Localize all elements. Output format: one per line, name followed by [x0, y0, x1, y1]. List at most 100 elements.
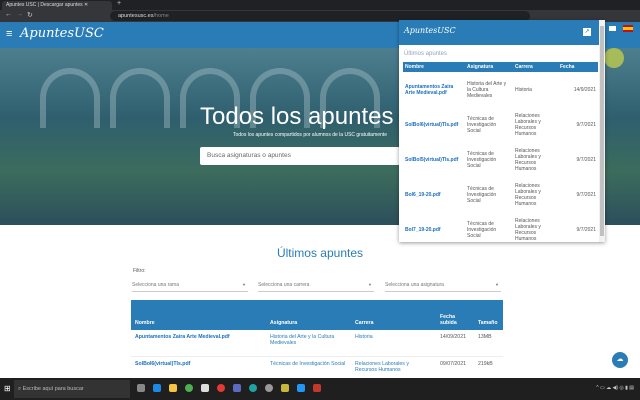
subject-select[interactable]: Selecciona una asignatura ▼ — [385, 282, 501, 292]
degree: Relaciones Laborales y Recursos Humanos — [515, 182, 541, 207]
spanish-flag-icon[interactable] — [623, 25, 633, 32]
subject: Técnicas de Investigación Social — [467, 115, 497, 134]
subject-link[interactable]: Técnicas de Investigación Social — [270, 361, 345, 367]
extension-popup: ApuntesUSC ↗ Últimos apuntes Nombre Asig… — [399, 20, 605, 242]
opera-icon[interactable] — [217, 384, 225, 392]
date: 14/09/2021 — [436, 330, 474, 357]
branch-select[interactable]: Selecciona una rama ▼ — [132, 282, 248, 292]
reload-icon[interactable]: ↻ — [27, 11, 33, 19]
col-tamano[interactable]: Tamaño — [474, 300, 503, 330]
hero-title: Todos los apuntes de la USC — [200, 103, 400, 130]
filter-label: Filtro: — [133, 268, 146, 274]
browser-tab-bar: Apuntes USC | Descargar apuntes ✕ + — [0, 0, 640, 10]
chrome-icon[interactable] — [185, 384, 193, 392]
col-fecha: Fecha — [558, 62, 598, 72]
popup-header: ApuntesUSC ↗ — [399, 20, 599, 45]
back-icon[interactable]: ← — [5, 11, 12, 18]
open-external-icon[interactable]: ↗ — [583, 28, 591, 36]
select-label: Selecciona una rama — [132, 282, 179, 288]
upload-button[interactable]: ☁ — [612, 352, 628, 368]
degree: Relaciones Laborales y Recursos Humanos — [515, 217, 541, 242]
section-title: Últimos apuntes — [276, 246, 364, 260]
popup-table-header: Nombre Asignatura Carrera Fecha — [403, 62, 598, 72]
task-view-icon[interactable] — [137, 384, 145, 392]
degree-select[interactable]: Selecciona una carrera ▼ — [258, 282, 374, 292]
app-icon[interactable] — [265, 384, 273, 392]
taskbar-search[interactable]: ⌕ Escribe aquí para buscar — [14, 380, 130, 398]
subject: Técnicas de Investigación Social — [467, 150, 497, 169]
file-link[interactable]: Bol7_19-20.pdf — [405, 227, 441, 233]
url-path: /home — [153, 13, 169, 19]
file-link[interactable]: SolBol5(virtual)TIs.pdf — [405, 157, 458, 163]
col-nombre[interactable]: Nombre — [131, 300, 266, 330]
vscode-icon[interactable] — [297, 384, 305, 392]
date: 9/7/2021 — [576, 191, 596, 198]
logo[interactable]: ApuntesUSC — [20, 26, 104, 41]
url-host: apuntesusc.es — [118, 13, 154, 19]
table-row: Apuntamentos Zaira Arte Medieval.pdf His… — [131, 330, 503, 357]
taskbar: ⊞ ⌕ Escribe aquí para buscar ^ ▭ ☁ ◀) ◎ … — [0, 378, 640, 400]
date: 9/7/2021 — [576, 121, 596, 128]
popup-row: SolBol5(virtual)TIs.pdf Técnicas de Inves… — [403, 142, 598, 177]
size: 13MB — [474, 330, 503, 357]
col-carrera: Carrera — [513, 62, 558, 72]
popup-row: Apuntamentos Zaira Arte Medieval.pdf Hist… — [403, 72, 598, 107]
select-label: Selecciona una carrera — [258, 282, 310, 288]
col-asignatura: Asignatura — [465, 62, 513, 72]
scrollbar-thumb[interactable] — [600, 26, 604, 236]
popup-title: Últimos apuntes — [404, 51, 448, 57]
date: 9/7/2021 — [576, 156, 596, 163]
date: 9/7/2021 — [576, 226, 596, 233]
date: 14/9/2021 — [573, 86, 596, 93]
tab-title: Apuntes USC | Descargar apuntes — [6, 2, 83, 8]
chevron-down-icon: ▼ — [368, 282, 372, 287]
degree: Relaciones Laborales y Recursos Humanos — [515, 112, 541, 137]
file-link[interactable]: SolBol6(virtual)TIs.pdf — [405, 122, 458, 128]
col-asignatura[interactable]: Asignatura — [266, 300, 351, 330]
cloud-upload-icon: ☁ — [616, 356, 624, 363]
degree-link[interactable]: Historia — [355, 334, 373, 340]
new-tab-button[interactable]: + — [117, 0, 121, 7]
degree: Historia — [515, 86, 532, 93]
col-fecha[interactable]: Fecha subida — [436, 300, 474, 330]
col-nombre: Nombre — [403, 62, 465, 72]
degree: Relaciones Laborales y Recursos Humanos — [515, 147, 541, 172]
subject: Técnicas de Investigación Social — [467, 220, 497, 239]
select-label: Selecciona una asignatura — [385, 282, 444, 288]
hero-subtitle: Todos los apuntes compartidos por alumno… — [233, 132, 387, 138]
popup-scrollbar[interactable] — [599, 20, 605, 242]
file-explorer-icon[interactable] — [169, 384, 177, 392]
calendar-icon[interactable] — [201, 384, 209, 392]
app-icon[interactable] — [313, 384, 321, 392]
file-link[interactable]: Bol6_19-20.pdf — [405, 192, 441, 198]
degree-link[interactable]: Relaciones Laborales y Recursos Humanos — [355, 361, 409, 373]
popup-table: Nombre Asignatura Carrera Fecha Apuntame… — [403, 62, 598, 242]
store-icon[interactable] — [153, 384, 161, 392]
popup-row: Bol6_19-20.pdf Técnicas de Investigación … — [403, 177, 598, 212]
chevron-down-icon: ▼ — [495, 282, 499, 287]
subject-link[interactable]: Historia del Arte y la Cultura Medievale… — [270, 334, 334, 346]
popup-row: Bol7_19-20.pdf Técnicas de Investigación … — [403, 212, 598, 242]
forward-icon[interactable]: → — [16, 11, 23, 18]
galician-flag-icon[interactable] — [608, 25, 617, 32]
notes-table: Nombre Asignatura Carrera Fecha subida T… — [131, 300, 503, 383]
subject: Técnicas de Investigación Social — [467, 185, 497, 204]
browser-tab[interactable]: Apuntes USC | Descargar apuntes ✕ — [2, 1, 112, 10]
subject: Historia del Arte y la Cultura Medievale… — [467, 80, 507, 99]
file-link[interactable]: SolBol6(virtual)TIs.pdf — [135, 361, 190, 367]
chevron-down-icon: ▼ — [242, 282, 246, 287]
search-input[interactable]: Busca asignaturas o apuntes — [200, 147, 400, 165]
col-carrera[interactable]: Carrera — [351, 300, 436, 330]
popup-logo: ApuntesUSC — [404, 26, 456, 35]
file-link[interactable]: Apuntamentos Zaira Arte Medieval.pdf — [135, 334, 230, 340]
system-tray-icons[interactable]: ^ ▭ ☁ ◀) ◎ ▮ ▤ — [596, 385, 634, 391]
file-link[interactable]: Apuntamentos Zaira Arte Medieval.pdf — [405, 84, 453, 96]
windows-start-icon[interactable]: ⊞ — [4, 384, 11, 393]
edge-icon[interactable] — [249, 384, 257, 392]
teams-icon[interactable] — [233, 384, 241, 392]
menu-icon[interactable]: ≡ — [6, 28, 12, 40]
taskbar-search-placeholder: Escribe aquí para buscar — [22, 386, 84, 392]
app-icon[interactable] — [281, 384, 289, 392]
table-header: Nombre Asignatura Carrera Fecha subida T… — [131, 300, 503, 330]
popup-row: SolBol6(virtual)TIs.pdf Técnicas de Inves… — [403, 107, 598, 142]
